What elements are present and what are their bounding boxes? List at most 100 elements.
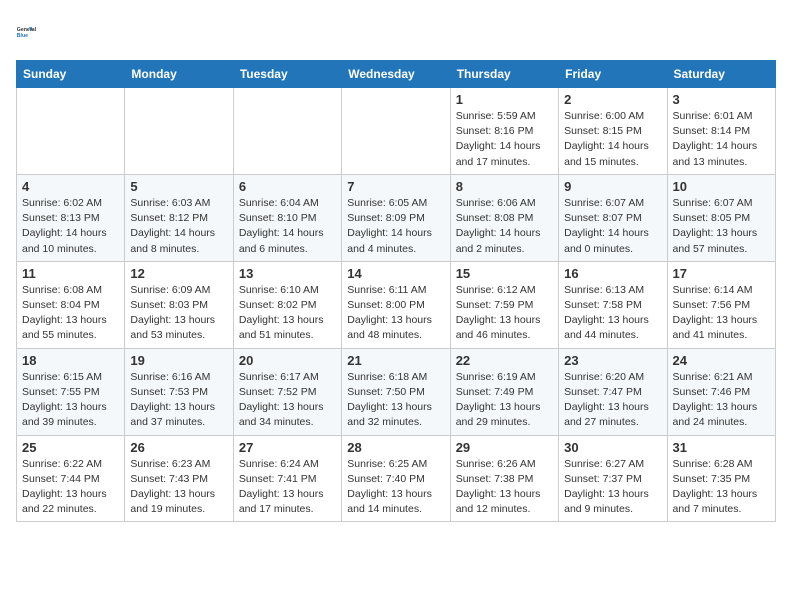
- calendar-cell: 28 Sunrise: 6:25 AM Sunset: 7:40 PM Dayli…: [342, 435, 450, 522]
- page-header: General Blue: [16, 16, 776, 48]
- day-number: 9: [564, 179, 661, 194]
- calendar-cell: 20 Sunrise: 6:17 AM Sunset: 7:52 PM Dayli…: [233, 348, 341, 435]
- day-content: Sunrise: 6:08 AM Sunset: 8:04 PM Dayligh…: [22, 283, 119, 344]
- day-number: 2: [564, 92, 661, 107]
- weekday-header-sunday: Sunday: [17, 61, 125, 88]
- day-content: Sunrise: 6:27 AM Sunset: 7:37 PM Dayligh…: [564, 457, 661, 518]
- calendar-cell: 15Sunrise: 6:12 AM Sunset: 7:59 PM Dayli…: [450, 261, 558, 348]
- calendar-cell: 11 Sunrise: 6:08 AM Sunset: 8:04 PM Dayli…: [17, 261, 125, 348]
- calendar-cell: [342, 88, 450, 175]
- day-number: 8: [456, 179, 553, 194]
- calendar-cell: 27 Sunrise: 6:24 AM Sunset: 7:41 PM Dayli…: [233, 435, 341, 522]
- day-number: 12: [130, 266, 227, 281]
- day-number: 18: [22, 353, 119, 368]
- calendar-header: SundayMondayTuesdayWednesdayThursdayFrid…: [17, 61, 776, 88]
- day-number: 27: [239, 440, 336, 455]
- calendar-cell: 8 Sunrise: 6:06 AM Sunset: 8:08 PM Daylig…: [450, 174, 558, 261]
- calendar-cell: 2 Sunrise: 6:00 AM Sunset: 8:15 PM Daylig…: [559, 88, 667, 175]
- day-number: 10: [673, 179, 770, 194]
- weekday-header-friday: Friday: [559, 61, 667, 88]
- day-content: Sunrise: 6:06 AM Sunset: 8:08 PM Dayligh…: [456, 196, 553, 257]
- day-content: Sunrise: 6:02 AM Sunset: 8:13 PM Dayligh…: [22, 196, 119, 257]
- calendar-cell: 19 Sunrise: 6:16 AM Sunset: 7:53 PM Dayli…: [125, 348, 233, 435]
- day-content: Sunrise: 6:19 AM Sunset: 7:49 PM Dayligh…: [456, 370, 553, 431]
- day-number: 5: [130, 179, 227, 194]
- calendar-cell: 13 Sunrise: 6:10 AM Sunset: 8:02 PM Dayli…: [233, 261, 341, 348]
- day-content: Sunrise: 6:09 AM Sunset: 8:03 PM Dayligh…: [130, 283, 227, 344]
- day-number: 29: [456, 440, 553, 455]
- calendar-cell: 23Sunrise: 6:20 AM Sunset: 7:47 PM Dayli…: [559, 348, 667, 435]
- calendar-cell: 21 Sunrise: 6:18 AM Sunset: 7:50 PM Dayli…: [342, 348, 450, 435]
- calendar-cell: 4 Sunrise: 6:02 AM Sunset: 8:13 PM Daylig…: [17, 174, 125, 261]
- logo: General Blue: [16, 16, 48, 48]
- calendar-cell: 9 Sunrise: 6:07 AM Sunset: 8:07 PM Daylig…: [559, 174, 667, 261]
- calendar-cell: 7 Sunrise: 6:05 AM Sunset: 8:09 PM Daylig…: [342, 174, 450, 261]
- day-content: Sunrise: 6:18 AM Sunset: 7:50 PM Dayligh…: [347, 370, 444, 431]
- day-number: 21: [347, 353, 444, 368]
- day-content: Sunrise: 6:15 AM Sunset: 7:55 PM Dayligh…: [22, 370, 119, 431]
- day-number: 20: [239, 353, 336, 368]
- calendar-cell: 1 Sunrise: 5:59 AM Sunset: 8:16 PM Daylig…: [450, 88, 558, 175]
- day-content: Sunrise: 6:20 AM Sunset: 7:47 PM Dayligh…: [564, 370, 661, 431]
- day-content: Sunrise: 6:03 AM Sunset: 8:12 PM Dayligh…: [130, 196, 227, 257]
- svg-text:General: General: [17, 27, 37, 33]
- day-content: Sunrise: 6:14 AM Sunset: 7:56 PM Dayligh…: [673, 283, 770, 344]
- day-content: Sunrise: 6:24 AM Sunset: 7:41 PM Dayligh…: [239, 457, 336, 518]
- calendar-cell: 17 Sunrise: 6:14 AM Sunset: 7:56 PM Dayli…: [667, 261, 775, 348]
- day-number: 1: [456, 92, 553, 107]
- calendar-cell: 25Sunrise: 6:22 AM Sunset: 7:44 PM Dayli…: [17, 435, 125, 522]
- day-content: Sunrise: 5:59 AM Sunset: 8:16 PM Dayligh…: [456, 109, 553, 170]
- day-content: Sunrise: 6:21 AM Sunset: 7:46 PM Dayligh…: [673, 370, 770, 431]
- day-number: 3: [673, 92, 770, 107]
- day-number: 25: [22, 440, 119, 455]
- weekday-header-tuesday: Tuesday: [233, 61, 341, 88]
- calendar-cell: 5 Sunrise: 6:03 AM Sunset: 8:12 PM Daylig…: [125, 174, 233, 261]
- day-number: 26: [130, 440, 227, 455]
- day-number: 19: [130, 353, 227, 368]
- day-number: 17: [673, 266, 770, 281]
- calendar-cell: 3 Sunrise: 6:01 AM Sunset: 8:14 PM Daylig…: [667, 88, 775, 175]
- calendar-cell: 22 Sunrise: 6:19 AM Sunset: 7:49 PM Dayli…: [450, 348, 558, 435]
- calendar-cell: 16Sunrise: 6:13 AM Sunset: 7:58 PM Dayli…: [559, 261, 667, 348]
- day-content: Sunrise: 6:11 AM Sunset: 8:00 PM Dayligh…: [347, 283, 444, 344]
- day-content: Sunrise: 6:07 AM Sunset: 8:05 PM Dayligh…: [673, 196, 770, 257]
- calendar-cell: 18 Sunrise: 6:15 AM Sunset: 7:55 PM Dayli…: [17, 348, 125, 435]
- day-number: 13: [239, 266, 336, 281]
- calendar-cell: 10 Sunrise: 6:07 AM Sunset: 8:05 PM Dayli…: [667, 174, 775, 261]
- day-number: 31: [673, 440, 770, 455]
- day-content: Sunrise: 6:17 AM Sunset: 7:52 PM Dayligh…: [239, 370, 336, 431]
- calendar-table: SundayMondayTuesdayWednesdayThursdayFrid…: [16, 60, 776, 522]
- day-content: Sunrise: 6:16 AM Sunset: 7:53 PM Dayligh…: [130, 370, 227, 431]
- svg-text:Blue: Blue: [17, 33, 28, 39]
- day-content: Sunrise: 6:25 AM Sunset: 7:40 PM Dayligh…: [347, 457, 444, 518]
- weekday-header-wednesday: Wednesday: [342, 61, 450, 88]
- day-number: 4: [22, 179, 119, 194]
- day-content: Sunrise: 6:00 AM Sunset: 8:15 PM Dayligh…: [564, 109, 661, 170]
- day-number: 11: [22, 266, 119, 281]
- day-content: Sunrise: 6:04 AM Sunset: 8:10 PM Dayligh…: [239, 196, 336, 257]
- calendar-cell: 30Sunrise: 6:27 AM Sunset: 7:37 PM Dayli…: [559, 435, 667, 522]
- day-number: 6: [239, 179, 336, 194]
- calendar-cell: 12 Sunrise: 6:09 AM Sunset: 8:03 PM Dayli…: [125, 261, 233, 348]
- day-number: 22: [456, 353, 553, 368]
- weekday-header-saturday: Saturday: [667, 61, 775, 88]
- weekday-header-thursday: Thursday: [450, 61, 558, 88]
- day-content: Sunrise: 6:26 AM Sunset: 7:38 PM Dayligh…: [456, 457, 553, 518]
- calendar-cell: 24Sunrise: 6:21 AM Sunset: 7:46 PM Dayli…: [667, 348, 775, 435]
- day-content: Sunrise: 6:05 AM Sunset: 8:09 PM Dayligh…: [347, 196, 444, 257]
- day-content: Sunrise: 6:07 AM Sunset: 8:07 PM Dayligh…: [564, 196, 661, 257]
- day-content: Sunrise: 6:10 AM Sunset: 8:02 PM Dayligh…: [239, 283, 336, 344]
- day-number: 15: [456, 266, 553, 281]
- weekday-header-monday: Monday: [125, 61, 233, 88]
- calendar-cell: 29 Sunrise: 6:26 AM Sunset: 7:38 PM Dayli…: [450, 435, 558, 522]
- calendar-cell: [17, 88, 125, 175]
- day-number: 28: [347, 440, 444, 455]
- calendar-cell: [125, 88, 233, 175]
- calendar-cell: 6 Sunrise: 6:04 AM Sunset: 8:10 PM Daylig…: [233, 174, 341, 261]
- day-content: Sunrise: 6:28 AM Sunset: 7:35 PM Dayligh…: [673, 457, 770, 518]
- calendar-cell: 31 Sunrise: 6:28 AM Sunset: 7:35 PM Dayli…: [667, 435, 775, 522]
- logo-icon: General Blue: [16, 16, 48, 48]
- day-number: 7: [347, 179, 444, 194]
- day-number: 16: [564, 266, 661, 281]
- day-content: Sunrise: 6:01 AM Sunset: 8:14 PM Dayligh…: [673, 109, 770, 170]
